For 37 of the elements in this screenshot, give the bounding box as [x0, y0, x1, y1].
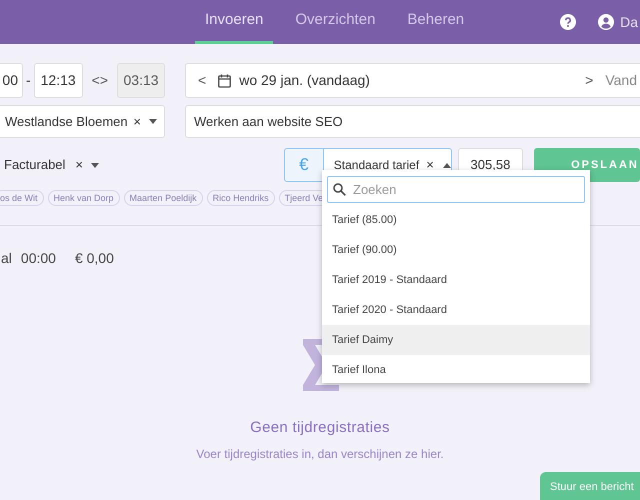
next-day-button[interactable]: > [585, 70, 594, 91]
totals-label: al [1, 249, 12, 268]
end-time-field[interactable]: 12:13 [34, 63, 83, 98]
rate-value: Standaard tarief [334, 157, 420, 174]
clear-icon[interactable]: × [75, 155, 84, 175]
search-field[interactable]: Zoeken [327, 176, 585, 203]
rate-option[interactable]: Tarief (85.00) [322, 205, 590, 235]
caret-icon[interactable] [149, 119, 157, 124]
duration-field[interactable]: 03:13 [117, 63, 166, 98]
search-icon [333, 183, 346, 196]
caret-icon[interactable] [442, 162, 451, 168]
total-time: 00:00 [20, 249, 56, 268]
empty-message: Voer tijdregistraties in, dan verschijnen ze hier. [196, 446, 444, 462]
nav-tab[interactable]: Invoeren [195, 0, 274, 44]
empty-title: Geen tijdregistraties [250, 418, 390, 438]
client-value: Westlandse Bloemen [5, 112, 128, 131]
calendar-icon [218, 74, 232, 88]
user-icon[interactable] [598, 14, 614, 30]
rate-option[interactable]: Tarief Daimy [322, 325, 590, 355]
clear-icon[interactable]: × [133, 112, 141, 132]
date-label: wo 29 jan. (vandaag) [239, 71, 370, 90]
swap-toggle[interactable]: <> [92, 70, 108, 91]
total-amount: € 0,00 [74, 249, 114, 268]
billing-value[interactable]: Facturabel [4, 155, 66, 175]
rate-option[interactable]: Tarief 2020 - Standaard [322, 295, 590, 325]
caret-icon[interactable] [91, 162, 100, 168]
previous-day-button[interactable]: < [198, 70, 206, 91]
client-select[interactable]: Westlandse Bloemen × [0, 105, 165, 138]
start-time-field[interactable]: 00 [0, 63, 23, 98]
rate-option[interactable]: Tarief Ilona [322, 355, 590, 383]
rate-option[interactable]: Tarief (90.00) [322, 235, 590, 265]
date-side-label[interactable]: Vand [605, 70, 637, 91]
description-field[interactable]: Werken aan website SEO [185, 105, 640, 138]
time-separator: - [26, 71, 31, 90]
user-name[interactable]: Da [620, 12, 638, 32]
help-icon[interactable] [560, 14, 576, 30]
rate-option[interactable]: Tarief 2019 - Standaard [322, 265, 590, 295]
